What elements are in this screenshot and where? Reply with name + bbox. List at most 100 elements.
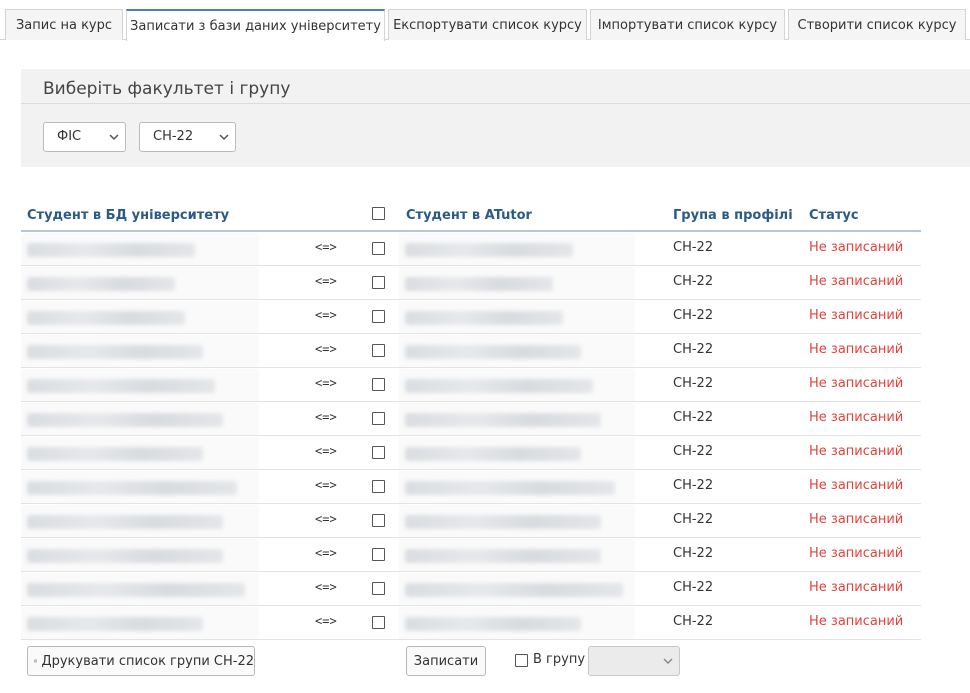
atutor-student-cell [399,233,635,265]
header-atutor-student: Студент в ATutor [406,208,532,223]
atutor-student-name-redacted [405,379,593,393]
enroll-button[interactable]: Записати [406,646,486,676]
enrollment-status: Не записаний [809,478,904,493]
match-arrow: <=> [315,512,337,526]
row-select-checkbox[interactable] [372,242,385,255]
table-row: <=> СН-22 Не записаний [21,504,921,538]
db-student-cell [21,573,259,605]
db-student-cell [21,607,259,639]
enrollment-status: Не записаний [809,512,904,527]
row-select-checkbox[interactable] [372,616,385,629]
atutor-student-cell [399,335,635,367]
db-student-cell [21,233,259,265]
match-arrow: <=> [315,444,337,458]
to-group-label: В групу [533,652,586,667]
faculty-select-value: ФІС [57,129,82,144]
tab-bar: Запис на курс Записати з бази даних унів… [0,0,970,41]
db-student-name-redacted [27,583,245,597]
profile-group: СН-22 [673,444,714,459]
row-select-checkbox[interactable] [372,276,385,289]
row-select-checkbox[interactable] [372,310,385,323]
divider [21,103,970,104]
match-arrow: <=> [315,240,337,254]
table-row: <=> СН-22 Не записаний [21,334,921,368]
table-row: <=> СН-22 Не записаний [21,538,921,572]
atutor-student-name-redacted [405,345,581,359]
db-student-name-redacted [27,515,223,529]
match-arrow: <=> [315,410,337,424]
db-student-cell [21,267,259,299]
atutor-student-cell [399,471,635,503]
to-group-checkbox[interactable] [515,654,528,667]
table-row: <=> СН-22 Не записаний [21,402,921,436]
tab-import-course-list[interactable]: Імпортувати список курсу [590,9,785,40]
db-student-cell [21,301,259,333]
table-row: <=> СН-22 Не записаний [21,266,921,300]
target-group-select[interactable] [588,646,680,676]
header-profile-group: Група в профілі [673,208,793,223]
match-arrow: <=> [315,376,337,390]
enrollment-status: Не записаний [809,546,904,561]
faculty-select[interactable]: ФІС [43,122,126,152]
db-student-cell [21,403,259,435]
atutor-student-name-redacted [405,277,553,291]
row-select-checkbox[interactable] [372,378,385,391]
match-arrow: <=> [315,580,337,594]
profile-group: СН-22 [673,546,714,561]
db-student-name-redacted [27,617,203,631]
db-student-name-redacted [27,345,203,359]
row-select-checkbox[interactable] [372,480,385,493]
match-arrow: <=> [315,546,337,560]
enrollment-status: Не записаний [809,308,904,323]
atutor-student-cell [399,301,635,333]
db-student-name-redacted [27,447,203,461]
profile-group: СН-22 [673,240,714,255]
atutor-student-cell [399,607,635,639]
row-select-checkbox[interactable] [372,548,385,561]
row-select-checkbox[interactable] [372,446,385,459]
match-arrow: <=> [315,308,337,322]
profile-group: СН-22 [673,614,714,629]
filter-title: Виберіть факультет і групу [43,79,291,99]
atutor-student-cell [399,403,635,435]
profile-group: СН-22 [673,376,714,391]
print-group-list-button[interactable]: Друкувати список групи СН-22 [27,646,255,676]
tab-export-course-list[interactable]: Експортувати список курсу [388,9,587,40]
enrollment-status: Не записаний [809,240,904,255]
table-row: <=> СН-22 Не записаний [21,470,921,504]
select-all-checkbox[interactable] [372,207,385,220]
db-student-name-redacted [27,311,185,325]
atutor-student-cell [399,573,635,605]
profile-group: СН-22 [673,274,714,289]
atutor-student-name-redacted [405,311,563,325]
atutor-student-name-redacted [405,413,601,427]
table-row: <=> СН-22 Не записаний [21,300,921,334]
db-student-name-redacted [27,549,223,563]
db-student-cell [21,369,259,401]
db-student-cell [21,471,259,503]
match-arrow: <=> [315,274,337,288]
match-arrow: <=> [315,478,337,492]
table-row: <=> СН-22 Не записаний [21,368,921,402]
db-student-name-redacted [27,243,195,257]
tab-create-course-list[interactable]: Створити список курсу [788,9,966,40]
profile-group: СН-22 [673,342,714,357]
profile-group: СН-22 [673,580,714,595]
enrollment-status: Не записаний [809,614,904,629]
row-select-checkbox[interactable] [372,344,385,357]
db-student-name-redacted [27,277,175,291]
row-select-checkbox[interactable] [372,514,385,527]
profile-group: СН-22 [673,478,714,493]
enrollment-status: Не записаний [809,376,904,391]
enrollment-status: Не записаний [809,274,904,289]
tab-course-enrollment[interactable]: Запис на курс [5,9,123,40]
profile-group: СН-22 [673,512,714,527]
row-select-checkbox[interactable] [372,412,385,425]
group-select[interactable]: СН-22 [139,122,236,152]
enrollment-status: Не записаний [809,342,904,357]
row-select-checkbox[interactable] [372,582,385,595]
tab-enroll-from-university-db[interactable]: Записати з бази даних університету [126,9,385,41]
atutor-student-cell [399,505,635,537]
db-student-name-redacted [27,379,215,393]
atutor-student-cell [399,267,635,299]
